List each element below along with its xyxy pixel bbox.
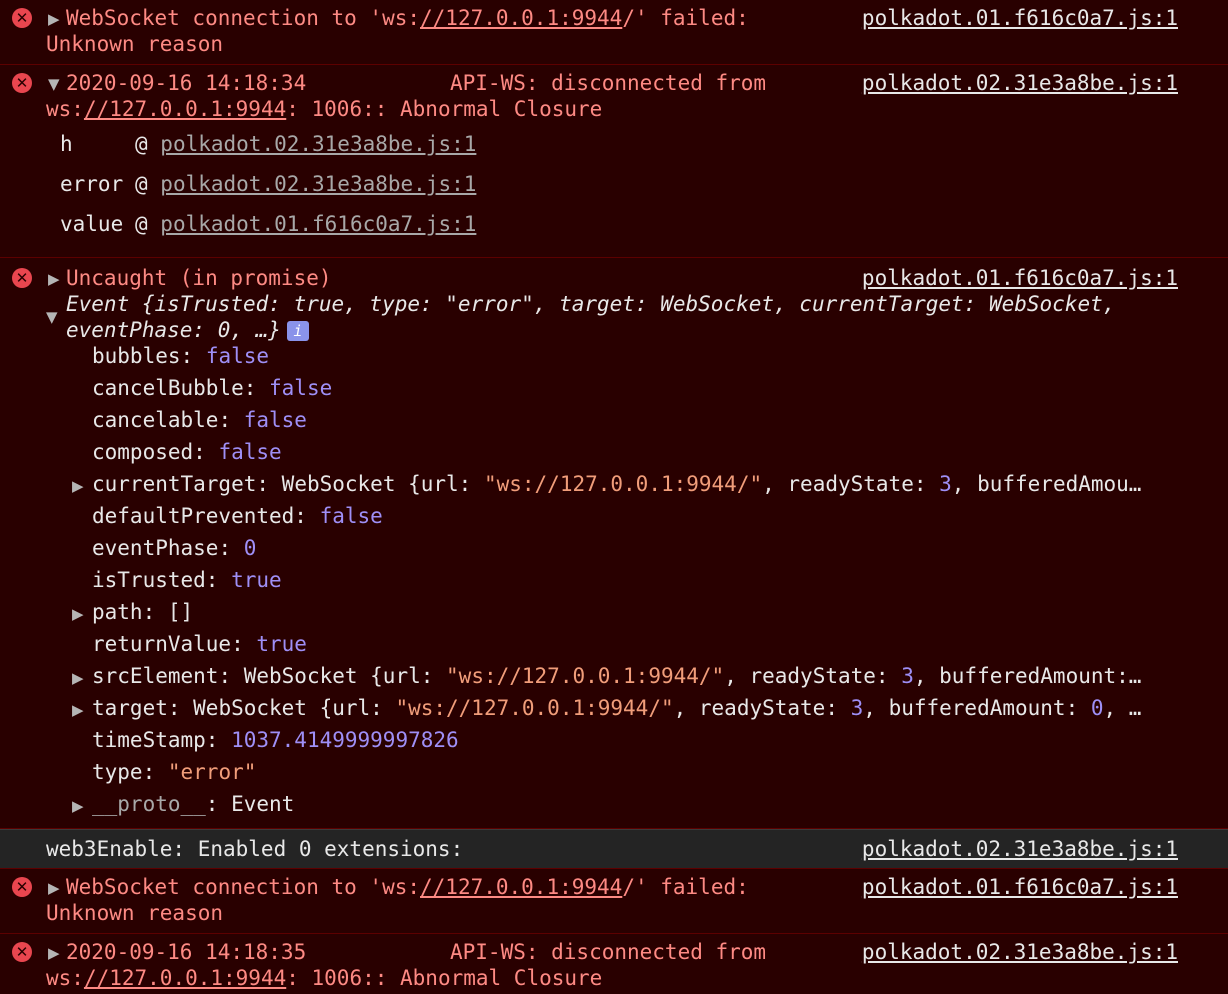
console-entry-uncaught-promise[interactable]: ✕ ▶ Uncaught (in promise) polkadot.01.f6… [0, 258, 1228, 829]
source-link[interactable]: polkadot.01.f616c0a7.js:1 [862, 265, 1178, 291]
entry-message-line2: ws://127.0.0.1:9944: 1006:: Abnormal Clo… [46, 97, 603, 121]
error-icon: ✕ [12, 73, 32, 93]
stack-frame: error @ polkadot.02.31e3a8be.js:1 [60, 172, 477, 196]
event-property: eventPhase: 0 [92, 536, 257, 560]
error-icon: ✕ [12, 877, 32, 897]
console-entry-ws-failed-2[interactable]: ✕ ▶ WebSocket connection to 'ws://127.0.… [0, 869, 1228, 934]
info-icon[interactable]: i [286, 321, 309, 341]
entry-message: API-WS: disconnected from [450, 940, 767, 964]
stack-link[interactable]: polkadot.02.31e3a8be.js:1 [160, 172, 476, 196]
expand-arrow-icon[interactable]: ▶ [48, 266, 60, 292]
entry-timestamp: 2020-09-16 14:18:35 [66, 940, 307, 964]
stack-link[interactable]: polkadot.01.f616c0a7.js:1 [160, 212, 476, 236]
console-entry-api-disconnected-1[interactable]: ✕ ▼ 2020-09-16 14:18:34 API-WS: disconne… [0, 65, 1228, 258]
event-property[interactable]: srcElement: WebSocket {url: "ws://127.0.… [92, 663, 1141, 689]
entry-timestamp: 2020-09-16 14:18:34 [66, 71, 307, 95]
source-link[interactable]: polkadot.02.31e3a8be.js:1 [862, 70, 1178, 96]
event-property[interactable]: currentTarget: WebSocket {url: "ws://127… [92, 471, 1141, 497]
event-summary: Event {isTrusted: true, type: "error", t… [66, 292, 1116, 316]
event-property: defaultPrevented: false [92, 504, 383, 528]
entry-message: Uncaught (in promise) [66, 266, 332, 290]
stack-frame: value @ polkadot.01.f616c0a7.js:1 [60, 212, 477, 236]
entry-message-line2: ws://127.0.0.1:9944: 1006:: Abnormal Clo… [46, 966, 603, 990]
entry-message: web3Enable: Enabled 0 extensions: [46, 837, 464, 861]
console-entry-web3enable[interactable]: web3Enable: Enabled 0 extensions: polkad… [0, 829, 1228, 869]
source-link[interactable]: polkadot.02.31e3a8be.js:1 [862, 939, 1178, 965]
source-link[interactable]: polkadot.01.f616c0a7.js:1 [862, 5, 1178, 31]
event-property: cancelable: false [92, 408, 307, 432]
collapse-arrow-icon[interactable]: ▼ [48, 71, 60, 97]
collapse-arrow-icon[interactable]: ▼ [46, 304, 58, 330]
console-entry-ws-failed-1[interactable]: ✕ ▶ WebSocket connection to 'ws://127.0.… [0, 0, 1228, 65]
entry-message-line2: Unknown reason [46, 901, 224, 925]
entry-message: API-WS: disconnected from [450, 71, 767, 95]
expand-arrow-icon[interactable]: ▶ [72, 473, 84, 499]
expand-arrow-icon[interactable]: ▶ [48, 875, 60, 901]
event-property: composed: false [92, 440, 282, 464]
entry-message-line2: Unknown reason [46, 32, 224, 56]
expand-arrow-icon[interactable]: ▶ [72, 793, 84, 819]
event-property[interactable]: target: WebSocket {url: "ws://127.0.0.1:… [92, 695, 1141, 721]
event-property: returnValue: true [92, 632, 307, 656]
event-property: timeStamp: 1037.4149999997826 [92, 728, 459, 752]
event-summary-line2: eventPhase: 0, …} i [66, 317, 309, 343]
event-property: isTrusted: true [92, 568, 282, 592]
error-icon: ✕ [12, 942, 32, 962]
console-entry-api-disconnected-2[interactable]: ✕ ▶ 2020-09-16 14:18:35 API-WS: disconne… [0, 934, 1228, 994]
event-property[interactable]: __proto__: Event [92, 791, 294, 817]
expand-arrow-icon[interactable]: ▶ [48, 6, 60, 32]
stack-link[interactable]: polkadot.02.31e3a8be.js:1 [160, 132, 476, 156]
entry-message: WebSocket connection to 'ws://127.0.0.1:… [66, 875, 749, 899]
event-property: type: "error" [92, 760, 257, 784]
source-link[interactable]: polkadot.02.31e3a8be.js:1 [862, 836, 1178, 862]
expand-arrow-icon[interactable]: ▶ [72, 665, 84, 691]
error-icon: ✕ [12, 8, 32, 28]
source-link[interactable]: polkadot.01.f616c0a7.js:1 [862, 874, 1178, 900]
expand-arrow-icon[interactable]: ▶ [48, 940, 60, 966]
event-property: cancelBubble: false [92, 376, 333, 400]
expand-arrow-icon[interactable]: ▶ [72, 697, 84, 723]
event-property[interactable]: path: [] [92, 599, 193, 625]
error-icon: ✕ [12, 268, 32, 288]
entry-message: WebSocket connection to 'ws://127.0.0.1:… [66, 6, 749, 30]
event-property: bubbles: false [92, 344, 270, 368]
expand-arrow-icon[interactable]: ▶ [72, 601, 84, 627]
stack-frame: h @ polkadot.02.31e3a8be.js:1 [60, 132, 477, 156]
